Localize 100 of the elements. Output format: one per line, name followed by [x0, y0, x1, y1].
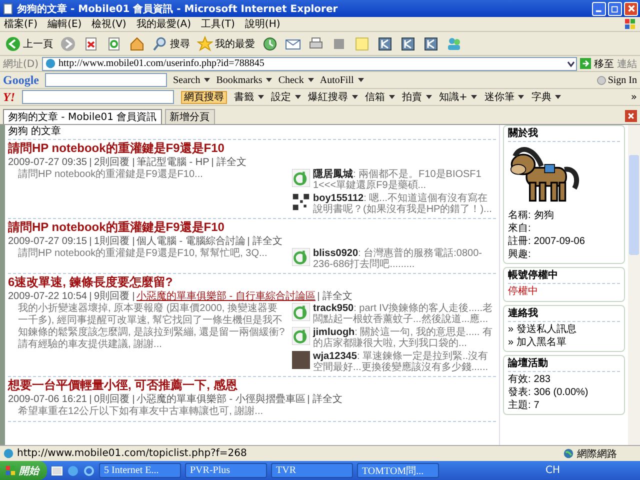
- card-title: 連絡我: [508, 307, 620, 322]
- separator: [90, 395, 91, 404]
- card-title: 關於我: [508, 127, 620, 142]
- toolbar-button[interactable]: Bookmarks: [216, 74, 272, 86]
- caret-icon: [308, 78, 314, 82]
- caret-icon: [258, 95, 264, 99]
- taskbar-button[interactable]: TOMTOM問...: [357, 463, 439, 478]
- language-indicator[interactable]: CH: [539, 465, 640, 476]
- browser-tab[interactable]: 新增分頁: [164, 109, 215, 124]
- caret-icon: [471, 95, 478, 99]
- app-icon: [400, 36, 416, 52]
- toolbar-button[interactable]: 知識+: [439, 90, 478, 104]
- menu-item[interactable]: 工具(T): [201, 17, 235, 31]
- browser-icon[interactable]: [83, 464, 95, 476]
- more-button[interactable]: »: [630, 92, 637, 102]
- read-more-link[interactable]: 詳全文: [322, 290, 352, 303]
- card-title: 論壇活動: [508, 357, 620, 372]
- toolbar-button[interactable]: 書籤: [234, 90, 264, 104]
- toolbar-button[interactable]: 拍賣: [402, 90, 432, 104]
- article-title-link[interactable]: 請問HP notebook的重灌鍵是F9還是F10: [8, 220, 496, 235]
- minimize-button[interactable]: [592, 2, 606, 16]
- note-icon: [354, 36, 370, 52]
- page-icon: [3, 448, 14, 459]
- desktop-icon[interactable]: [51, 464, 63, 476]
- menu-item[interactable]: 檔案(F): [4, 17, 38, 31]
- web-search-button[interactable]: 網頁搜尋: [181, 90, 227, 104]
- taskbar-button[interactable]: PVR-Plus: [185, 463, 267, 478]
- toolbar-button[interactable]: 信箱: [365, 90, 395, 104]
- close-tab-button[interactable]: [625, 110, 637, 122]
- close-button[interactable]: [624, 2, 638, 16]
- field-value: 2007-09-06: [534, 236, 585, 247]
- menu-item[interactable]: 編輯(E): [48, 17, 82, 31]
- menu-item[interactable]: 檢視(V): [92, 17, 126, 31]
- search-button[interactable]: 搜尋: [150, 32, 192, 54]
- separator: [248, 237, 250, 246]
- caret-icon: [266, 78, 272, 82]
- stop-icon: [83, 36, 99, 52]
- field-value: 283: [534, 374, 550, 385]
- separator: [318, 292, 320, 301]
- category-link[interactable]: 個人電腦 - 電腦綜合討論: [136, 235, 246, 248]
- contact-link[interactable]: » 發送私人訊息: [508, 323, 620, 336]
- contact-link[interactable]: » 加入黑名單: [508, 336, 620, 349]
- read-more-link[interactable]: 詳全文: [216, 156, 246, 169]
- post-date: 2009-07-06 16:21: [8, 393, 87, 406]
- windows-logo-icon: [5, 465, 16, 476]
- toolbar-button[interactable]: Search: [173, 74, 210, 86]
- category-link[interactable]: 小惡魔的單車俱樂部 - 自行車綜合討論區: [136, 290, 316, 303]
- yahoo-logo: Y!: [3, 90, 15, 104]
- scrollbar[interactable]: [628, 125, 640, 445]
- yahoo-search-field[interactable]: [22, 90, 174, 104]
- restore-button[interactable]: [608, 2, 622, 16]
- field-label: 發表:: [508, 387, 531, 398]
- links-label[interactable]: 連結: [617, 56, 637, 70]
- star-button[interactable]: 我的最愛: [195, 32, 257, 54]
- restore-icon: [610, 4, 620, 13]
- go-button[interactable]: 移至: [580, 56, 614, 70]
- field-label: 名稱:: [508, 210, 531, 221]
- menu-item[interactable]: 我的最愛(A): [136, 17, 191, 31]
- toolbar-button[interactable]: Check: [278, 74, 314, 86]
- menu-item[interactable]: 說明(H): [244, 17, 280, 31]
- article-excerpt: 我的小折變速器壞掉, 原本要報廢 (因車價2000, 換變速器要一千多), 經同事提醒可改單速, 幫它找回了一條生機但是我不知鍊條的鬆緊度該怎麼調, 是該拉到緊繃, 還是留一兩個緩衝?請有經驗的車友提供建議, 謝謝...: [17, 303, 286, 352]
- taskbar-button[interactable]: TVR: [271, 463, 353, 478]
- separator: [308, 395, 310, 404]
- browser-tab[interactable]: 匆狗的文章 - Mobile01 會員資訊: [3, 109, 162, 124]
- address-label: 網址(D): [3, 58, 39, 70]
- dropdown-icon[interactable]: [566, 58, 576, 68]
- toolbar-button[interactable]: 字典: [531, 90, 562, 104]
- address-field[interactable]: http://www.mobile01.com/userinfo.php?id=788845: [42, 56, 577, 70]
- toolbar-button[interactable]: 設定: [271, 90, 301, 104]
- separator: [212, 158, 214, 167]
- back-button[interactable]: 上一頁: [3, 32, 55, 54]
- field-value: 306 (0.00%): [534, 387, 588, 398]
- refresh-icon: [106, 36, 122, 52]
- suspension-status: 停權中: [508, 285, 539, 299]
- app-icon: [377, 36, 393, 52]
- reply-count: 9則回覆: [94, 290, 130, 302]
- reply-count: 2則回覆: [94, 156, 130, 168]
- field-label: 有效:: [508, 374, 531, 385]
- close-icon: [626, 4, 636, 13]
- back-icon: [5, 36, 21, 52]
- field-label: 主題:: [508, 400, 531, 411]
- article-title-link[interactable]: 想要一台平價輕量小徑, 可否推薦一下, 感恩: [8, 378, 496, 393]
- read-more-link[interactable]: 詳全文: [252, 235, 282, 248]
- article-excerpt: 請問HP notebook的重灌鍵是F9還是F10, 幫幫忙吧, 3Q...: [17, 248, 268, 261]
- toolbar-button[interactable]: 迷你筆: [484, 90, 524, 104]
- article-excerpt: 希望車重在12公斤以下如有車友中古車轉讓也可, 謝謝...: [17, 406, 264, 418]
- google-search-field[interactable]: [45, 73, 167, 87]
- sign-in-button[interactable]: Sign In: [596, 74, 637, 86]
- toolbar-button[interactable]: AutoFill: [320, 74, 364, 86]
- globe-icon[interactable]: [67, 464, 79, 476]
- toolbar-button[interactable]: 爆紅搜尋: [308, 90, 358, 104]
- article-title-link[interactable]: 6速改單速, 鍊條長度要怎麼留?: [8, 275, 496, 290]
- caret-icon: [389, 95, 395, 99]
- separator: [132, 292, 134, 301]
- category-link[interactable]: 小惡魔的單車俱樂部 - 小徑與摺疊車區: [136, 393, 306, 406]
- read-more-link[interactable]: 詳全文: [312, 393, 342, 406]
- category-link[interactable]: 筆記型電腦 - HP: [136, 156, 210, 169]
- people-icon: [446, 36, 462, 52]
- article-title-link[interactable]: 請問HP notebook的重灌鍵是F9還是F10: [8, 141, 496, 156]
- taskbar-button[interactable]: 5 Internet E...: [99, 463, 181, 478]
